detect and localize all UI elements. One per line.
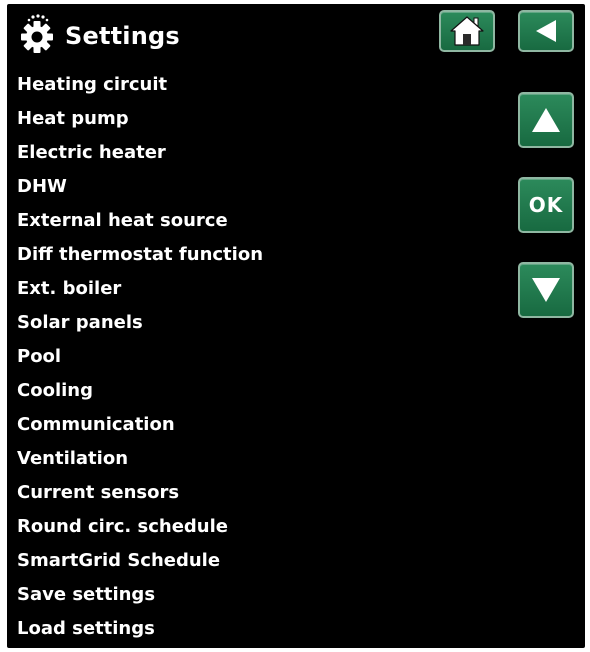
menu-item-ventilation[interactable]: Ventilation [17, 442, 263, 476]
menu-item-pool[interactable]: Pool [17, 340, 263, 374]
display-screen: Settings Heating circuit Heat pump Elect… [7, 4, 585, 648]
menu-item-communication[interactable]: Communication [17, 408, 263, 442]
menu-item-heat-pump[interactable]: Heat pump [17, 102, 263, 136]
page-title: Settings [65, 22, 180, 50]
ok-button[interactable]: OK [518, 177, 574, 233]
menu-item-electric-heater[interactable]: Electric heater [17, 136, 263, 170]
scroll-down-button[interactable] [518, 262, 574, 318]
menu-item-current-sensors[interactable]: Current sensors [17, 476, 263, 510]
menu-item-ext-boiler[interactable]: Ext. boiler [17, 272, 263, 306]
home-button[interactable] [439, 10, 495, 52]
settings-menu: Heating circuit Heat pump Electric heate… [17, 68, 263, 646]
menu-item-smartgrid-schedule[interactable]: SmartGrid Schedule [17, 544, 263, 578]
home-icon [450, 16, 484, 46]
menu-item-cooling[interactable]: Cooling [17, 374, 263, 408]
page-header: Settings [19, 12, 180, 56]
menu-item-dhw[interactable]: DHW [17, 170, 263, 204]
arrow-up-icon [532, 108, 560, 132]
ok-button-label: OK [528, 193, 564, 217]
menu-item-round-circ-schedule[interactable]: Round circ. schedule [17, 510, 263, 544]
menu-item-load-settings[interactable]: Load settings [17, 612, 263, 646]
menu-item-diff-thermostat[interactable]: Diff thermostat function [17, 238, 263, 272]
menu-item-solar-panels[interactable]: Solar panels [17, 306, 263, 340]
scroll-up-button[interactable] [518, 92, 574, 148]
menu-item-save-settings[interactable]: Save settings [17, 578, 263, 612]
back-button[interactable] [518, 10, 574, 52]
menu-item-heating-circuit[interactable]: Heating circuit [17, 68, 263, 102]
menu-item-external-heat-source[interactable]: External heat source [17, 204, 263, 238]
back-arrow-icon [536, 20, 556, 42]
arrow-down-icon [532, 278, 560, 302]
gear-icon [19, 13, 59, 55]
